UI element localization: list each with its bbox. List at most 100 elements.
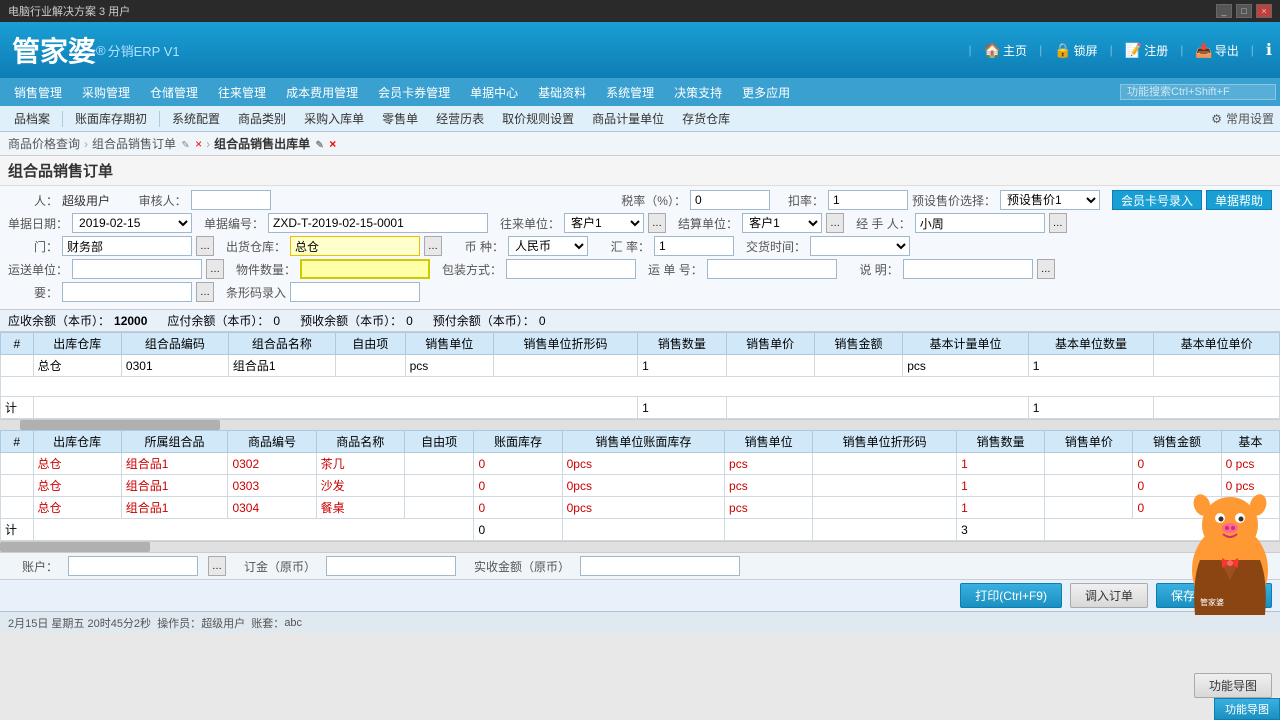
barcode-input[interactable] <box>290 282 420 302</box>
table-row[interactable]: 总仓 0301 组合品1 pcs 1 pcs 1 <box>1 355 1280 377</box>
dcol-amount: 销售金额 <box>1133 431 1221 453</box>
header-nav[interactable]: | 🏠 主页 | 🔒 锁屏 | 📝 注册 | 📤 导出 | ℹ <box>968 22 1272 78</box>
reviewer-input[interactable] <box>191 190 271 210</box>
nav-voucher[interactable]: 单据中心 <box>460 78 528 106</box>
nav-cost[interactable]: 成本费用管理 <box>276 78 368 106</box>
nav-warehouse[interactable]: 仓储管理 <box>140 78 208 106</box>
discount-input[interactable] <box>828 190 908 210</box>
handler-input[interactable] <box>915 213 1045 233</box>
total-base-qty: 1 <box>1028 397 1154 419</box>
nav-base[interactable]: 基础资料 <box>528 78 596 106</box>
print-button[interactable]: 打印(Ctrl+F9) <box>960 583 1062 608</box>
actual-amount-input[interactable] <box>580 556 740 576</box>
handler-browse[interactable]: … <box>1049 213 1067 233</box>
handler-label: 经 手 人： <box>856 215 911 232</box>
function-map-button[interactable]: 功能导图 <box>1214 698 1280 720</box>
to-unit-browse[interactable]: … <box>648 213 666 233</box>
help-map-button[interactable]: 功能导图 <box>1194 673 1272 698</box>
breadcrumb-item-3[interactable]: 组合品销售出库单 ✎ × <box>214 135 336 152</box>
order-amount-input[interactable] <box>326 556 456 576</box>
status-bar: 2月15日 星期五 20时45分2秒 操作员： 超级用户 账套： abc 功能导… <box>0 611 1280 633</box>
dept-browse[interactable]: … <box>196 236 214 256</box>
toolbar-price-rule[interactable]: 取价规则设置 <box>494 108 582 129</box>
breadcrumb-close-2[interactable]: × <box>329 137 336 151</box>
toolbar-retail[interactable]: 零售单 <box>374 108 426 129</box>
settlement-select[interactable]: 客户1 <box>742 213 822 233</box>
price-select[interactable]: 预设售价1 <box>1000 190 1100 210</box>
price-select-label: 预设售价选择： <box>912 192 996 209</box>
tax-rate-input[interactable] <box>690 190 770 210</box>
title-controls[interactable]: _ □ × <box>1216 4 1272 18</box>
exchange-input[interactable] <box>654 236 734 256</box>
nav-search-input[interactable] <box>1120 84 1276 100</box>
order-no-input[interactable] <box>268 213 488 233</box>
lock-button[interactable]: 🔒 锁屏 <box>1054 42 1097 59</box>
tracking-input[interactable] <box>707 259 837 279</box>
account-input[interactable] <box>68 556 198 576</box>
export-button[interactable]: 📤 导出 <box>1195 42 1238 59</box>
warehouse-browse[interactable]: … <box>424 236 442 256</box>
shipping-browse[interactable]: … <box>206 259 224 279</box>
toolbar-history[interactable]: 经营历表 <box>428 108 492 129</box>
remark-browse[interactable]: … <box>1037 259 1055 279</box>
settlement-browse[interactable]: … <box>826 213 844 233</box>
import-button[interactable]: 调入订单 <box>1070 583 1148 608</box>
person-label: 人： <box>8 192 58 209</box>
breadcrumb-item-1[interactable]: 商品价格查询 <box>8 135 80 152</box>
packing-input[interactable] <box>506 259 636 279</box>
delivery-select[interactable] <box>810 236 910 256</box>
info-button[interactable]: ℹ <box>1266 40 1272 60</box>
itemcount-input[interactable] <box>300 259 430 279</box>
dept-input[interactable] <box>62 236 192 256</box>
breadcrumb-close-1[interactable]: × <box>195 137 202 151</box>
note-browse[interactable]: … <box>196 282 214 302</box>
to-unit-select[interactable]: 客户1 <box>564 213 644 233</box>
h-scroll-thumb-2[interactable] <box>0 542 150 552</box>
h-scroll-thumb[interactable] <box>20 420 220 430</box>
date-select[interactable]: 2019-02-15 <box>72 213 192 233</box>
register-button[interactable]: 📝 注册 <box>1125 42 1168 59</box>
nav-purchase[interactable]: 采购管理 <box>72 78 140 106</box>
nav-system[interactable]: 系统管理 <box>596 78 664 106</box>
toolbar-product[interactable]: 品档案 <box>6 108 58 129</box>
help-button[interactable]: 单据帮助 <box>1206 190 1272 210</box>
nav-more[interactable]: 更多应用 <box>732 78 800 106</box>
toolbar-initial[interactable]: 账面库存期初 <box>67 108 155 129</box>
toolbar-category[interactable]: 商品类别 <box>230 108 294 129</box>
h-scrollbar-2[interactable] <box>0 542 1280 552</box>
currency-select[interactable]: 人民币 <box>508 236 588 256</box>
member-card-button[interactable]: 会员卡号录入 <box>1112 190 1202 210</box>
warehouse-input[interactable] <box>290 236 420 256</box>
h-scrollbar[interactable] <box>0 420 1280 430</box>
status-date: 2月15日 星期五 20时45分2秒 <box>8 615 151 631</box>
toolbar-purchase-in[interactable]: 采购入库单 <box>296 108 372 129</box>
close-button[interactable]: × <box>1256 4 1272 18</box>
barcode-label: 条形码录入 <box>226 284 286 301</box>
home-button[interactable]: 🏠 主页 <box>984 42 1027 59</box>
detail-row[interactable]: 总仓 组合品1 0304 餐桌 0 0pcs pcs 1 0 0 pcs <box>1 497 1280 519</box>
remark-input[interactable] <box>903 259 1033 279</box>
cell-base-price <box>1154 355 1280 377</box>
nav-bar: 销售管理 采购管理 仓储管理 往来管理 成本费用管理 会员卡券管理 单据中心 基… <box>0 78 1280 106</box>
toolbar-config[interactable]: 系统配置 <box>164 108 228 129</box>
detail-row[interactable]: 总仓 组合品1 0302 茶几 0 0pcs pcs 1 0 0 pcs <box>1 453 1280 475</box>
minimize-button[interactable]: _ <box>1216 4 1232 18</box>
toolbar-warehouse[interactable]: 存货仓库 <box>674 108 738 129</box>
detail-row[interactable]: 总仓 组合品1 0303 沙发 0 0pcs pcs 1 0 0 pcs <box>1 475 1280 497</box>
summary-row: 应收余额（本币）： 12000 应付余额（本币）： 0 预收余额（本币）： 0 … <box>0 310 1280 332</box>
breadcrumb-item-2[interactable]: 组合品销售订单 ✎ × <box>92 135 202 152</box>
shipping-input[interactable] <box>72 259 202 279</box>
note-input[interactable] <box>62 282 192 302</box>
nav-decision[interactable]: 决策支持 <box>664 78 732 106</box>
nav-dealings[interactable]: 往来管理 <box>208 78 276 106</box>
dcol-no: # <box>1 431 34 453</box>
maximize-button[interactable]: □ <box>1236 4 1252 18</box>
tracking-label: 运 单 号： <box>648 261 703 278</box>
toolbar-measure[interactable]: 商品计量单位 <box>584 108 672 129</box>
account-browse[interactable]: … <box>208 556 226 576</box>
dcol-name: 商品名称 <box>316 431 404 453</box>
nav-member[interactable]: 会员卡券管理 <box>368 78 460 106</box>
toolbar-settings[interactable]: ⚙ 常用设置 <box>1211 110 1274 127</box>
title-text: 电脑行业解决方案 3 用户 <box>8 3 130 19</box>
nav-sales[interactable]: 销售管理 <box>4 78 72 106</box>
